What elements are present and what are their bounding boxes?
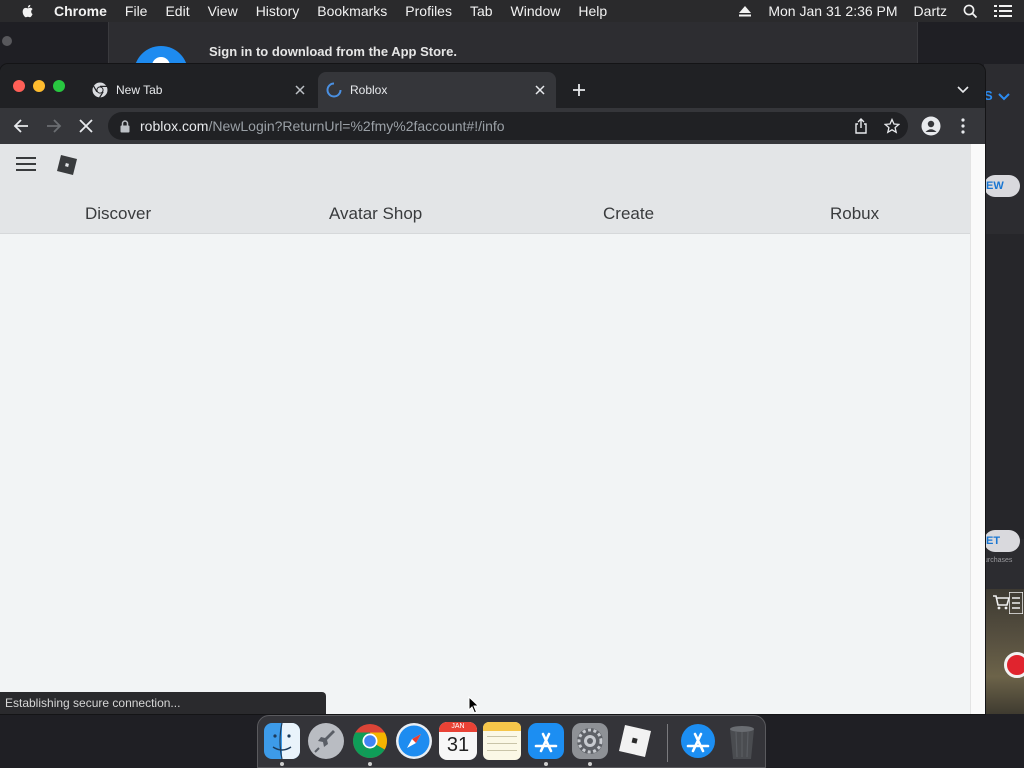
- system-preferences-icon[interactable]: [571, 722, 609, 760]
- background-window-right: S EW ET urchases: [984, 64, 1024, 714]
- tab-search-button[interactable]: [952, 80, 974, 100]
- tab-new-tab[interactable]: New Tab: [84, 72, 316, 108]
- menubar-user[interactable]: Dartz: [906, 3, 955, 19]
- control-center-icon[interactable]: [986, 4, 1024, 18]
- background-button-fragment[interactable]: EW: [984, 175, 1020, 197]
- background-link-fragment[interactable]: S: [984, 88, 1011, 103]
- calendar-icon[interactable]: JAN 31: [439, 722, 477, 760]
- browser-toolbar: roblox.com/NewLogin?ReturnUrl=%2fmy%2fac…: [0, 108, 985, 144]
- background-caption-fragment: urchases: [984, 557, 1013, 564]
- menu-file[interactable]: File: [116, 3, 157, 19]
- app-store-signin-text[interactable]: Sign in to download from the App Store.: [209, 44, 457, 59]
- apple-menu-icon[interactable]: [20, 3, 36, 19]
- arrow-right-icon: [47, 119, 62, 133]
- back-button[interactable]: [9, 114, 33, 138]
- profile-icon: [921, 116, 941, 136]
- tab-strip: New Tab Roblox: [0, 64, 985, 108]
- url-path: /NewLogin?ReturnUrl=%2fmy%2faccount#!/in…: [208, 118, 505, 134]
- background-window-control: [2, 36, 12, 46]
- app-store-icon[interactable]: [527, 722, 565, 760]
- cart-icon: [993, 595, 1010, 610]
- menu-profiles[interactable]: Profiles: [396, 3, 461, 19]
- hamburger-menu-icon[interactable]: [16, 156, 36, 172]
- menu-edit[interactable]: Edit: [156, 3, 198, 19]
- close-tab-icon[interactable]: [530, 80, 550, 100]
- zoom-window-button[interactable]: [53, 80, 65, 92]
- share-icon[interactable]: [854, 118, 868, 134]
- trash-icon[interactable]: [723, 722, 761, 760]
- dock-separator: [667, 724, 668, 762]
- list-icon: [1009, 592, 1023, 614]
- chevron-down-icon: [957, 86, 969, 94]
- new-tab-button[interactable]: [568, 79, 590, 101]
- chrome-menu-button[interactable]: [951, 114, 975, 138]
- nav-link-create[interactable]: Create: [603, 204, 654, 224]
- finder-icon[interactable]: [263, 722, 301, 760]
- menu-app-chrome[interactable]: Chrome: [52, 3, 116, 19]
- stop-loading-button[interactable]: [74, 114, 98, 138]
- menu-history[interactable]: History: [247, 3, 309, 19]
- google-chrome-icon[interactable]: [351, 722, 389, 760]
- safari-icon[interactable]: [395, 722, 433, 760]
- dock: JAN 31: [257, 715, 766, 768]
- forward-button[interactable]: [42, 114, 66, 138]
- notes-icon[interactable]: [483, 722, 521, 760]
- calendar-day: 31: [446, 734, 470, 756]
- tab-title: New Tab: [116, 83, 163, 97]
- tab-title: Roblox: [350, 83, 388, 97]
- chrome-window: New Tab Roblox roblox.com/NewLogin?Retur…: [0, 64, 985, 714]
- app-store-downloads-icon[interactable]: [679, 722, 717, 760]
- nav-link-robux[interactable]: Robux: [830, 204, 879, 224]
- spotlight-search-icon[interactable]: [955, 4, 986, 19]
- kebab-menu-icon: [961, 118, 965, 134]
- address-bar[interactable]: roblox.com/NewLogin?ReturnUrl=%2fmy%2fac…: [108, 112, 908, 140]
- loading-spinner-icon: [326, 82, 342, 98]
- running-indicator: [588, 762, 592, 766]
- web-page: Discover Avatar Shop Create Robux: [0, 144, 970, 714]
- nav-link-avatar-shop[interactable]: Avatar Shop: [329, 204, 422, 224]
- nav-link-discover[interactable]: Discover: [85, 204, 151, 224]
- close-icon: [79, 119, 93, 133]
- running-indicator: [368, 762, 372, 766]
- menu-view[interactable]: View: [199, 3, 247, 19]
- launchpad-icon[interactable]: [307, 722, 345, 760]
- address-url: roblox.com/NewLogin?ReturnUrl=%2fmy%2fac…: [140, 118, 505, 134]
- close-window-button[interactable]: [13, 80, 25, 92]
- status-bubble: Establishing secure connection...: [0, 692, 326, 714]
- calendar-month: JAN: [439, 722, 477, 732]
- close-tab-icon[interactable]: [290, 80, 310, 100]
- menu-bookmarks[interactable]: Bookmarks: [308, 3, 396, 19]
- background-get-button-fragment[interactable]: ET: [984, 530, 1020, 552]
- running-indicator: [280, 762, 284, 766]
- plus-icon: [573, 84, 585, 96]
- chrome-icon: [92, 82, 108, 98]
- roblox-logo-icon[interactable]: [56, 154, 78, 176]
- running-indicator: [544, 762, 548, 766]
- star-icon[interactable]: [884, 118, 900, 134]
- arrow-left-icon: [13, 119, 28, 133]
- minimize-window-button[interactable]: [33, 80, 45, 92]
- url-host: roblox.com: [140, 118, 209, 134]
- chevron-down-icon: [998, 92, 1011, 100]
- eject-icon[interactable]: [730, 5, 760, 17]
- record-icon: [1004, 652, 1024, 678]
- background-panel: [984, 234, 1024, 539]
- lock-icon[interactable]: [120, 119, 130, 133]
- menu-help[interactable]: Help: [569, 3, 616, 19]
- profile-button[interactable]: [919, 114, 943, 138]
- tab-roblox[interactable]: Roblox: [318, 72, 556, 108]
- page-scrollbar[interactable]: [970, 144, 985, 714]
- menu-bar: Chrome File Edit View History Bookmarks …: [0, 0, 1024, 22]
- menu-window[interactable]: Window: [502, 3, 570, 19]
- roblox-icon[interactable]: [615, 722, 653, 760]
- roblox-header: Discover Avatar Shop Create Robux: [0, 144, 970, 234]
- menubar-clock[interactable]: Mon Jan 31 2:36 PM: [760, 3, 905, 19]
- menu-tab[interactable]: Tab: [461, 3, 502, 19]
- mouse-cursor-icon: [468, 696, 480, 714]
